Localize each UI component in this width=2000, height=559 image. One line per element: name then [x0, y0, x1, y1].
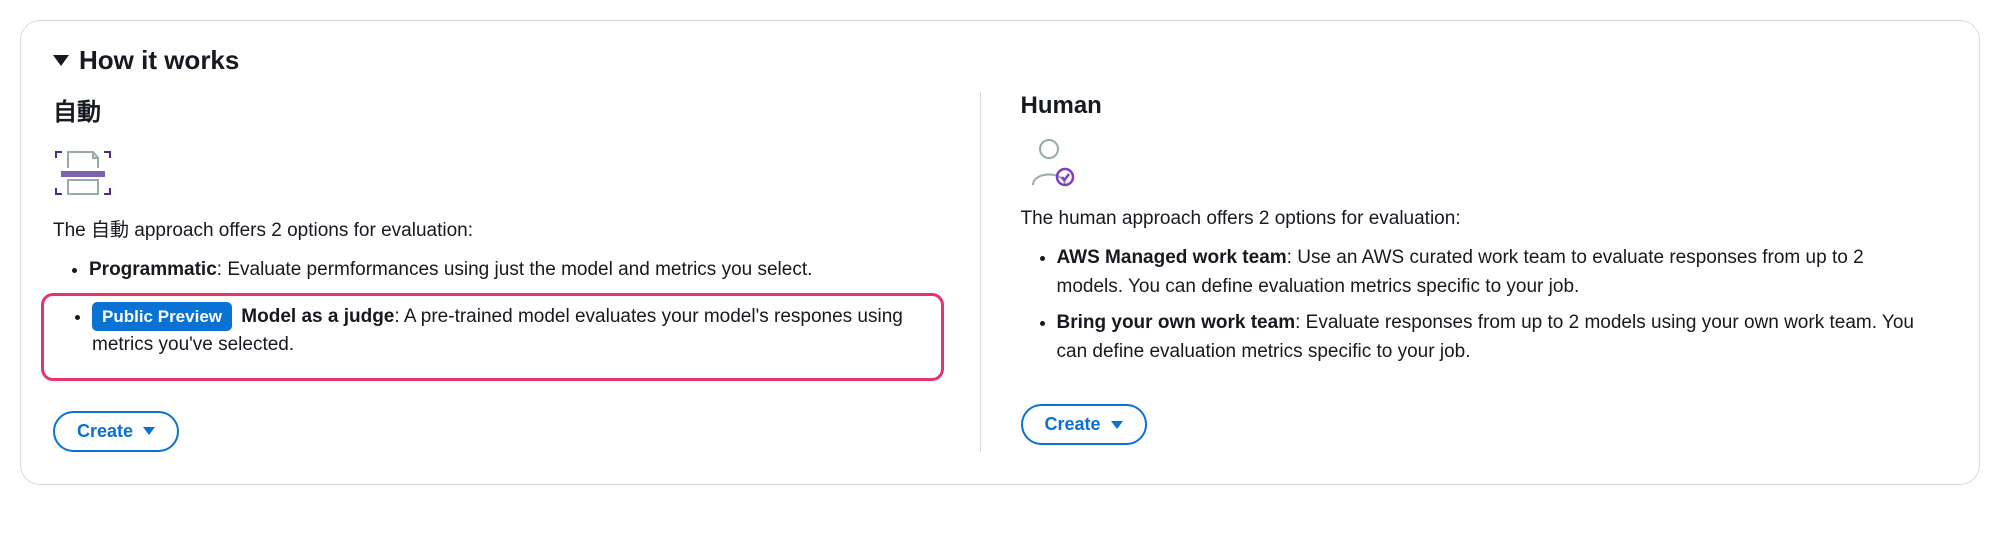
- auto-column: 自動 The 自動 approach offers 2 options: [53, 92, 981, 452]
- section-title: How it works: [79, 45, 239, 76]
- auto-create-button[interactable]: Create: [53, 411, 179, 452]
- public-preview-badge: Public Preview: [92, 302, 232, 332]
- human-column: Human The human approach offers 2 option…: [981, 92, 1948, 452]
- human-option-bring-own: Bring your own work team: Evaluate respo…: [1057, 309, 1916, 366]
- option-label: Model as a judge: [241, 306, 394, 327]
- collapse-caret-icon: [53, 55, 69, 66]
- human-title: Human: [1021, 92, 1916, 120]
- how-it-works-panel: How it works 自動: [20, 20, 1980, 485]
- chevron-down-icon: [1111, 421, 1123, 429]
- auto-icon: [53, 135, 948, 205]
- option-label: AWS Managed work team: [1057, 247, 1287, 268]
- option-label: Bring your own work team: [1057, 312, 1296, 333]
- auto-title: 自動: [53, 92, 948, 127]
- create-label: Create: [77, 421, 133, 442]
- auto-option-programmatic: Programmatic: Evaluate permformances usi…: [89, 256, 948, 285]
- option-desc: : Evaluate permformances using just the …: [217, 259, 813, 280]
- human-icon: [1021, 128, 1916, 198]
- human-intro: The human approach offers 2 options for …: [1021, 208, 1916, 230]
- highlight-annotation: Public Preview Model as a judge: A pre-t…: [41, 293, 944, 381]
- option-label: Programmatic: [89, 259, 217, 280]
- create-label: Create: [1045, 414, 1101, 435]
- section-header[interactable]: How it works: [53, 45, 1947, 76]
- human-option-aws-managed: AWS Managed work team: Use an AWS curate…: [1057, 244, 1916, 301]
- human-create-button[interactable]: Create: [1021, 404, 1147, 445]
- chevron-down-icon: [143, 427, 155, 435]
- auto-intro: The 自動 approach offers 2 options for eva…: [53, 215, 948, 242]
- auto-option-model-judge: Public Preview Model as a judge: A pre-t…: [92, 302, 929, 360]
